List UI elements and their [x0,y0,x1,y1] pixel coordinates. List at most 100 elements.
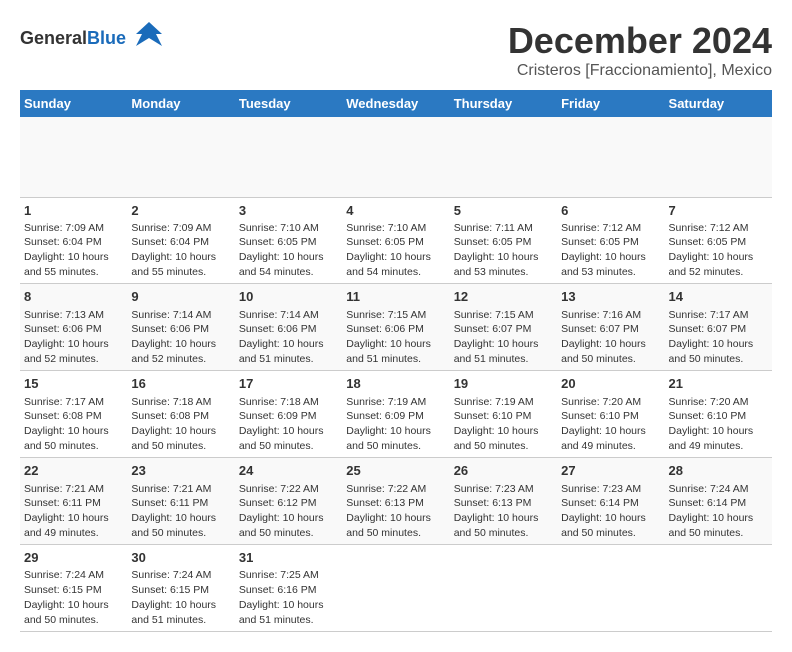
week-row-3: 8Sunrise: 7:13 AMSunset: 6:06 PMDaylight… [20,284,772,371]
day-info-line: Sunset: 6:08 PM [24,409,123,424]
week-row-1 [20,117,772,197]
week-row-6: 29Sunrise: 7:24 AMSunset: 6:15 PMDayligh… [20,545,772,632]
day-number: 31 [239,549,338,567]
day-info-line: Sunset: 6:04 PM [24,235,123,250]
day-info-line: Sunset: 6:10 PM [454,409,553,424]
day-number: 9 [131,288,230,306]
day-info-line: Daylight: 10 hours [669,424,768,439]
subtitle: Cristeros [Fraccionamiento], Mexico [508,62,772,80]
calendar-cell: 18Sunrise: 7:19 AMSunset: 6:09 PMDayligh… [342,371,449,458]
day-number: 11 [346,288,445,306]
day-number: 1 [24,202,123,220]
calendar-cell: 7Sunrise: 7:12 AMSunset: 6:05 PMDaylight… [665,197,772,284]
day-number: 10 [239,288,338,306]
day-info-line: Sunset: 6:05 PM [454,235,553,250]
day-info-line: Daylight: 10 hours [669,511,768,526]
day-info-line: Sunrise: 7:19 AM [454,395,553,410]
day-info-line: and 53 minutes. [454,265,553,280]
day-info-line: and 50 minutes. [239,526,338,541]
day-info-line: Daylight: 10 hours [131,511,230,526]
day-info-line: Sunrise: 7:12 AM [669,221,768,236]
day-info-line: Sunrise: 7:14 AM [131,308,230,323]
day-header-sunday: Sunday [20,90,127,117]
day-info-line: Daylight: 10 hours [239,598,338,613]
day-info-line: Sunrise: 7:09 AM [24,221,123,236]
day-info-line: and 50 minutes. [346,526,445,541]
calendar-cell [20,117,127,197]
day-info-line: and 50 minutes. [131,526,230,541]
day-number: 23 [131,462,230,480]
day-number: 20 [561,375,660,393]
day-info-line: Sunset: 6:05 PM [239,235,338,250]
day-number: 28 [669,462,768,480]
day-info-line: Sunset: 6:05 PM [346,235,445,250]
day-info-line: Sunset: 6:15 PM [24,583,123,598]
day-info-line: and 50 minutes. [561,526,660,541]
day-info-line: Sunrise: 7:14 AM [239,308,338,323]
day-info-line: Sunrise: 7:17 AM [669,308,768,323]
day-info-line: and 55 minutes. [24,265,123,280]
day-number: 3 [239,202,338,220]
calendar-cell [127,117,234,197]
calendar-cell: 9Sunrise: 7:14 AMSunset: 6:06 PMDaylight… [127,284,234,371]
day-info-line: and 49 minutes. [24,526,123,541]
day-info-line: Daylight: 10 hours [131,337,230,352]
day-info-line: Sunrise: 7:22 AM [346,482,445,497]
day-info-line: and 51 minutes. [131,613,230,628]
day-info-line: Daylight: 10 hours [131,250,230,265]
day-info-line: Daylight: 10 hours [24,598,123,613]
day-info-line: Sunrise: 7:21 AM [24,482,123,497]
calendar-cell: 13Sunrise: 7:16 AMSunset: 6:07 PMDayligh… [557,284,664,371]
day-info-line: Sunset: 6:07 PM [454,322,553,337]
calendar-cell: 28Sunrise: 7:24 AMSunset: 6:14 PMDayligh… [665,458,772,545]
calendar-cell: 19Sunrise: 7:19 AMSunset: 6:10 PMDayligh… [450,371,557,458]
day-info-line: and 52 minutes. [669,265,768,280]
day-info-line: Sunrise: 7:23 AM [561,482,660,497]
calendar-cell [557,117,664,197]
calendar-cell: 22Sunrise: 7:21 AMSunset: 6:11 PMDayligh… [20,458,127,545]
day-info-line: Sunrise: 7:25 AM [239,568,338,583]
day-info-line: Daylight: 10 hours [24,337,123,352]
day-info-line: Sunset: 6:14 PM [669,496,768,511]
calendar-cell: 17Sunrise: 7:18 AMSunset: 6:09 PMDayligh… [235,371,342,458]
calendar-cell: 4Sunrise: 7:10 AMSunset: 6:05 PMDaylight… [342,197,449,284]
calendar-cell: 20Sunrise: 7:20 AMSunset: 6:10 PMDayligh… [557,371,664,458]
day-info-line: Sunset: 6:11 PM [24,496,123,511]
day-info-line: Sunrise: 7:18 AM [131,395,230,410]
day-info-line: and 51 minutes. [239,613,338,628]
calendar-cell [450,117,557,197]
day-info-line: Sunset: 6:09 PM [346,409,445,424]
day-info-line: Daylight: 10 hours [561,424,660,439]
day-info-line: and 51 minutes. [454,352,553,367]
calendar-cell: 26Sunrise: 7:23 AMSunset: 6:13 PMDayligh… [450,458,557,545]
logo-bird-icon [134,20,164,57]
day-info-line: and 50 minutes. [239,439,338,454]
day-number: 29 [24,549,123,567]
day-number: 15 [24,375,123,393]
calendar-cell [665,117,772,197]
day-info-line: and 50 minutes. [454,526,553,541]
day-info-line: Daylight: 10 hours [24,250,123,265]
day-info-line: Sunset: 6:04 PM [131,235,230,250]
day-info-line: Daylight: 10 hours [454,424,553,439]
day-info-line: Sunset: 6:06 PM [346,322,445,337]
day-info-line: Sunset: 6:05 PM [561,235,660,250]
day-info-line: Daylight: 10 hours [239,250,338,265]
calendar-cell: 29Sunrise: 7:24 AMSunset: 6:15 PMDayligh… [20,545,127,632]
day-info-line: Sunset: 6:08 PM [131,409,230,424]
calendar-cell: 30Sunrise: 7:24 AMSunset: 6:15 PMDayligh… [127,545,234,632]
day-info-line: and 51 minutes. [346,352,445,367]
day-info-line: Sunset: 6:12 PM [239,496,338,511]
calendar-cell: 6Sunrise: 7:12 AMSunset: 6:05 PMDaylight… [557,197,664,284]
day-info-line: Sunrise: 7:09 AM [131,221,230,236]
day-info-line: Daylight: 10 hours [454,337,553,352]
calendar-cell: 8Sunrise: 7:13 AMSunset: 6:06 PMDaylight… [20,284,127,371]
calendar-cell: 27Sunrise: 7:23 AMSunset: 6:14 PMDayligh… [557,458,664,545]
day-info-line: Sunrise: 7:15 AM [346,308,445,323]
calendar-cell: 15Sunrise: 7:17 AMSunset: 6:08 PMDayligh… [20,371,127,458]
calendar-cell [450,545,557,632]
day-info-line: Sunset: 6:09 PM [239,409,338,424]
logo-general: General [20,28,87,48]
day-number: 8 [24,288,123,306]
day-info-line: Sunset: 6:14 PM [561,496,660,511]
